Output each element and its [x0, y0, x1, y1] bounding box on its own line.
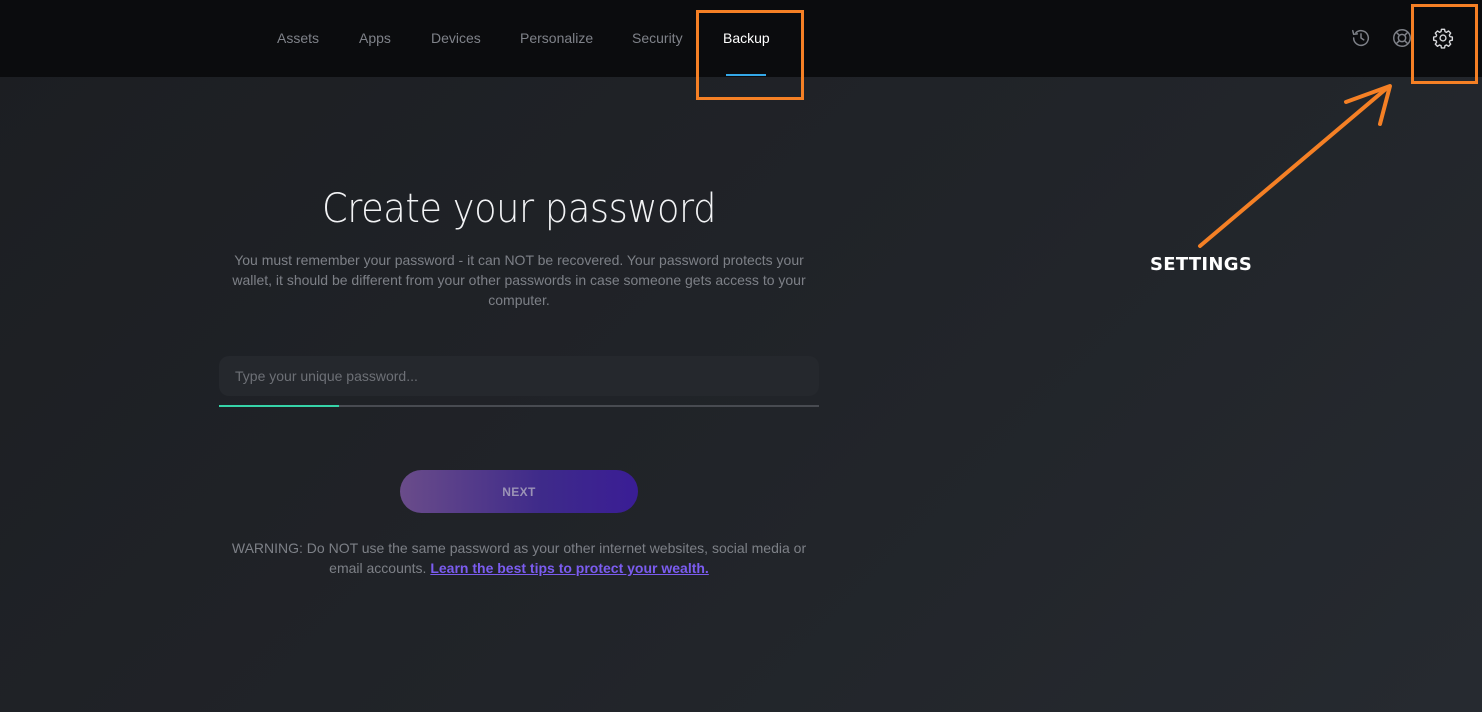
password-warning: WARNING: Do NOT use the same password as… [219, 538, 819, 578]
settings-annotation-label: SETTINGS [1150, 254, 1253, 275]
page-title: Create your password [322, 186, 716, 232]
password-strength-fill [219, 405, 339, 407]
tab-security[interactable]: Security [632, 0, 683, 77]
tab-devices-label: Devices [431, 30, 481, 46]
tab-apps[interactable]: Apps [359, 0, 391, 77]
next-button[interactable]: NEXT [400, 470, 638, 513]
tab-personalize[interactable]: Personalize [520, 0, 593, 77]
tab-devices[interactable]: Devices [431, 0, 481, 77]
tab-assets-label: Assets [277, 30, 320, 46]
protect-wealth-tips-link[interactable]: Learn the best tips to protect your weal… [430, 560, 708, 576]
tab-security-label: Security [632, 30, 683, 46]
tab-backup[interactable]: Backup [723, 0, 770, 77]
password-description: You must remember your password - it can… [232, 252, 806, 308]
tab-assets[interactable]: Assets [277, 0, 319, 77]
password-strength-bar [219, 405, 819, 407]
settings-button[interactable] [1431, 26, 1455, 50]
gear-icon [1432, 28, 1454, 49]
help-button[interactable] [1390, 26, 1414, 50]
top-navigation-bar: Assets Apps Devices Personalize Security… [0, 0, 1482, 77]
tab-backup-label: Backup [723, 30, 770, 46]
help-lifebuoy-icon [1393, 29, 1411, 47]
tab-personalize-label: Personalize [520, 30, 594, 46]
history-icon [1352, 29, 1370, 47]
history-button[interactable] [1349, 26, 1373, 50]
tab-apps-label: Apps [359, 30, 391, 46]
password-input[interactable] [219, 356, 819, 396]
active-tab-indicator [726, 74, 766, 76]
